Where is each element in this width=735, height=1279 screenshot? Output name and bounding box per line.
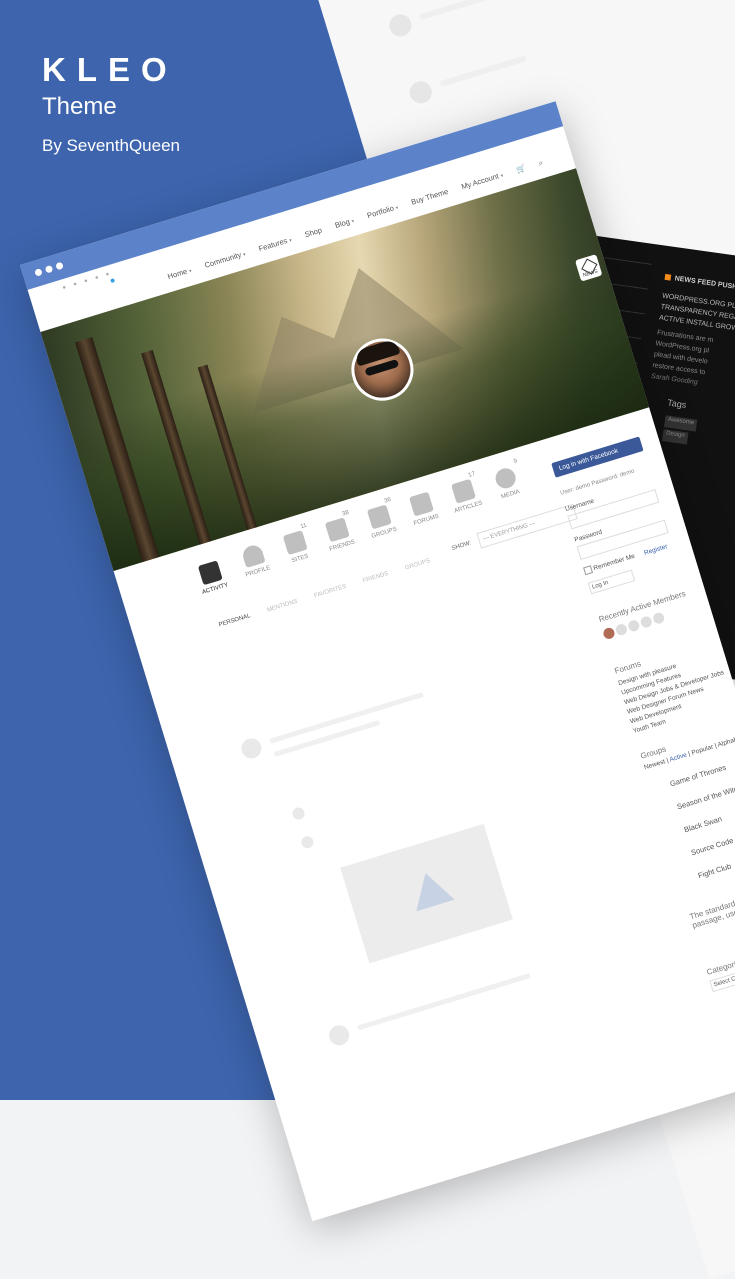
brand-subtitle: Theme xyxy=(42,93,117,120)
twitter-icon[interactable]: ● xyxy=(62,285,67,292)
groups-filter-newest[interactable]: Newest xyxy=(643,758,666,771)
feed-avatar xyxy=(299,834,315,850)
subtab-personal[interactable]: PERSONAL xyxy=(218,613,251,628)
ghost-line xyxy=(418,0,536,21)
pinterest-icon[interactable]: ● xyxy=(94,275,99,282)
tab-media[interactable]: 9 MEDIA xyxy=(482,458,533,504)
user-icon xyxy=(240,543,266,569)
search-icon[interactable]: ⌕ xyxy=(537,158,544,168)
facebook-icon[interactable]: ● xyxy=(73,281,78,288)
forums-icon xyxy=(408,491,434,517)
rss-title: NEWS FEED PUSH RSS xyxy=(664,274,735,293)
member-avatar[interactable] xyxy=(639,615,653,629)
member-avatar[interactable] xyxy=(602,626,616,641)
window-dot-icon[interactable] xyxy=(55,261,64,271)
nav-portfolio[interactable]: Portfolio xyxy=(366,203,395,220)
friends-icon xyxy=(324,517,350,543)
nav-home[interactable]: Home xyxy=(166,267,188,281)
ghost-line xyxy=(439,55,528,88)
subtab-mentions[interactable]: MENTIONS xyxy=(266,599,298,614)
subtab-groups[interactable]: GROUPS xyxy=(404,558,431,571)
groups-filter-popular[interactable]: Popular xyxy=(691,744,714,757)
feed-line xyxy=(269,691,424,744)
window-dot-icon[interactable] xyxy=(44,264,54,274)
googleplus-icon[interactable]: ● xyxy=(83,278,88,285)
feed-media xyxy=(340,823,513,964)
feed-avatar xyxy=(238,735,264,761)
ghost-avatar xyxy=(386,11,415,40)
categories-title: Categories xyxy=(705,956,735,977)
feed-avatar xyxy=(291,806,307,822)
nav-blog[interactable]: Blog xyxy=(334,217,351,230)
register-link[interactable]: Register xyxy=(643,543,668,557)
cart-icon[interactable]: 🛒 xyxy=(515,163,527,174)
feed-line xyxy=(357,973,531,1031)
media-icon xyxy=(493,465,519,491)
login-button[interactable]: Log In xyxy=(587,569,636,595)
window-dot-icon[interactable] xyxy=(34,268,43,277)
tab-activity[interactable]: ACTIVITY xyxy=(186,557,237,599)
groups-filter-active[interactable]: Active xyxy=(669,752,688,764)
subtab-favorites[interactable]: FAVORITES xyxy=(314,584,348,599)
sites-icon xyxy=(282,530,308,556)
remember-checkbox[interactable] xyxy=(583,565,594,576)
groups-icon xyxy=(366,504,392,530)
brand-block: KLEO Theme By SeventhQueen xyxy=(42,52,180,156)
brand-logo: KLEO xyxy=(42,51,178,88)
brand-author: By SeventhQueen xyxy=(42,136,180,155)
articles-icon xyxy=(451,478,477,504)
list-icon xyxy=(197,560,223,586)
member-avatar[interactable] xyxy=(614,622,629,637)
activity-filter-select[interactable]: — EVERYTHING — xyxy=(476,503,578,549)
member-avatar[interactable] xyxy=(651,611,666,626)
linkedin-icon[interactable]: ● xyxy=(105,271,110,278)
nav-features[interactable]: Features xyxy=(257,236,288,253)
feed-avatar xyxy=(326,1022,352,1048)
subtab-friends[interactable]: FRIENDS xyxy=(362,571,389,584)
logo-dot xyxy=(110,278,116,284)
nav-shop[interactable]: Shop xyxy=(304,225,323,239)
ghost-avatar xyxy=(407,78,435,107)
activity-filter: SHOW: — EVERYTHING — xyxy=(450,503,578,557)
member-avatar[interactable] xyxy=(626,618,641,633)
tags-title: Tags xyxy=(666,397,687,411)
